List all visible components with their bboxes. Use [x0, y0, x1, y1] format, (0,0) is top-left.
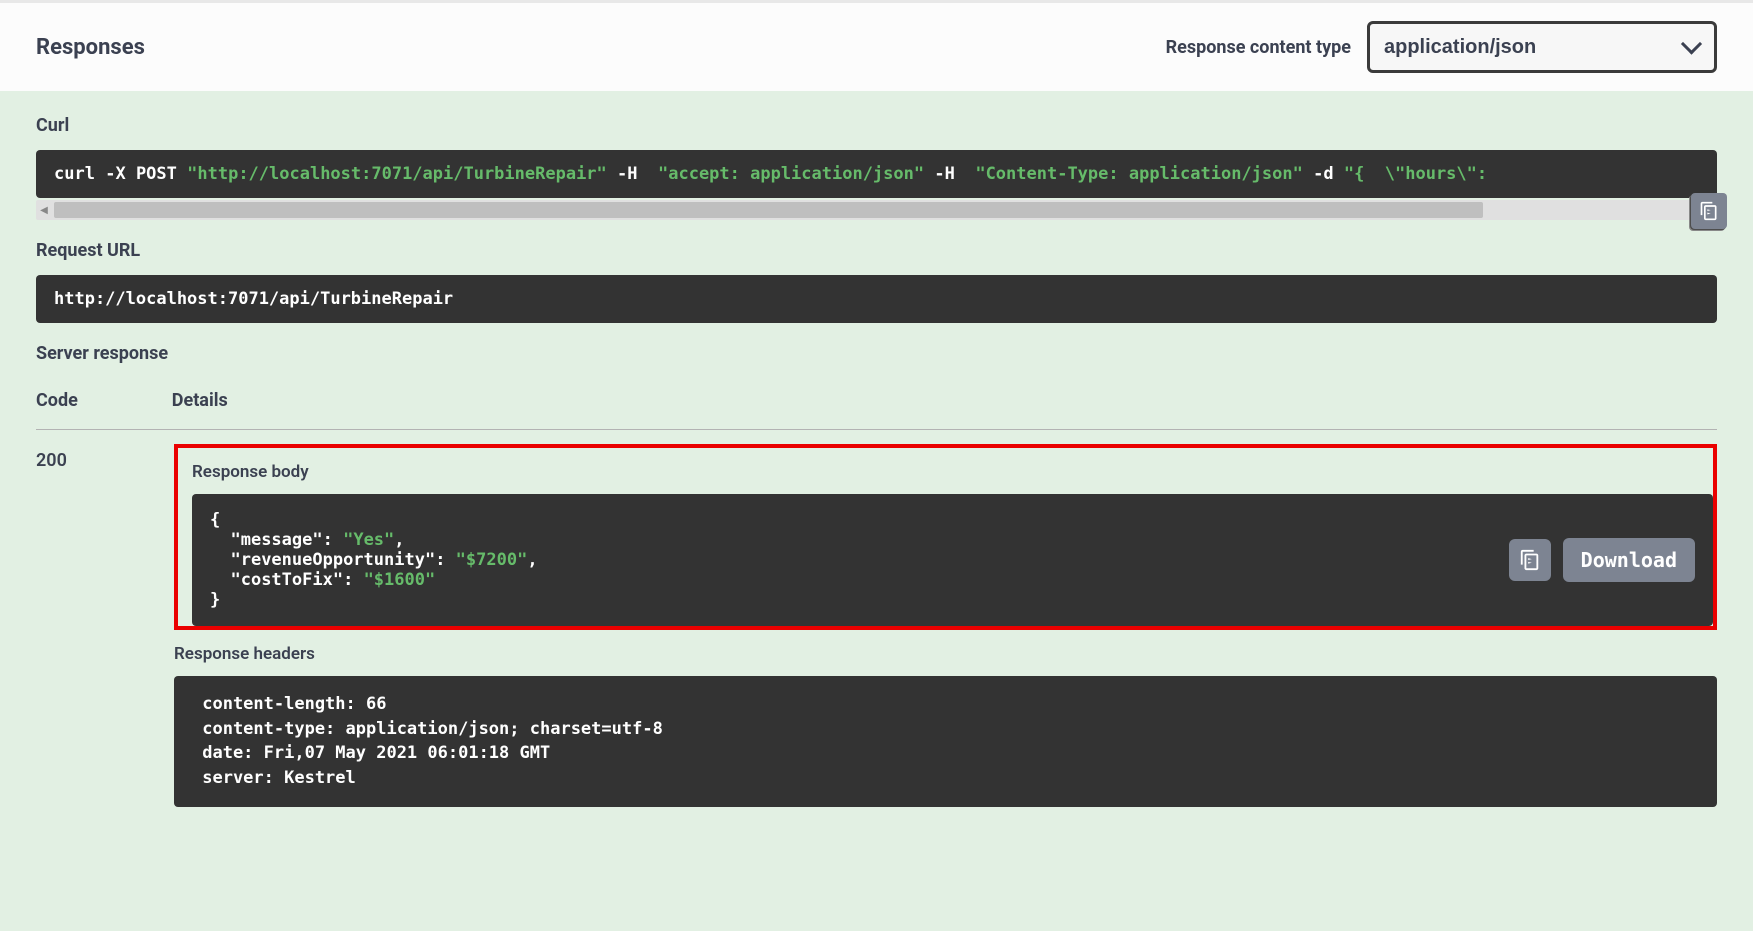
content-type-group: Response content type application/json: [1166, 21, 1717, 73]
json-key-revenue: "revenueOpportunity": [230, 550, 435, 570]
scrollbar-left-arrow-icon[interactable]: ◀: [36, 205, 52, 216]
response-code: 200: [36, 450, 80, 471]
json-brace-open: {: [210, 510, 220, 530]
curl-token-h2: -H: [934, 164, 954, 184]
curl-command: curl -X POST "http://localhost:7071/api/…: [36, 150, 1717, 198]
curl-token-d: -d: [1313, 164, 1333, 184]
json-key-message: "message": [230, 530, 322, 550]
copy-response-body-button[interactable]: [1509, 539, 1551, 581]
json-comma: ,: [527, 550, 537, 570]
json-val-revenue: "$7200": [456, 550, 528, 570]
response-body-block: { "message": "Yes", "revenueOpportunity"…: [192, 494, 1713, 626]
content-type-select[interactable]: application/json: [1367, 21, 1717, 73]
download-button[interactable]: Download: [1563, 538, 1695, 582]
curl-token-accept: "accept: application/json": [658, 164, 924, 184]
content-type-select-wrap: application/json: [1367, 21, 1717, 73]
curl-token-cmd: curl: [54, 164, 95, 184]
response-table-header: Code Details: [36, 390, 1717, 411]
json-comma: ,: [394, 530, 404, 550]
curl-token-url: "http://localhost:7071/api/TurbineRepair…: [187, 164, 607, 184]
responses-title: Responses: [36, 35, 145, 60]
col-code: Code: [36, 390, 78, 411]
json-colon: :: [323, 530, 343, 550]
json-key-cost: "costToFix": [230, 570, 343, 590]
curl-token-h1: -H: [617, 164, 637, 184]
request-url-label: Request URL: [36, 240, 1717, 261]
json-colon: :: [435, 550, 455, 570]
response-body-actions: Download: [1509, 538, 1695, 582]
response-body-json: { "message": "Yes", "revenueOpportunity"…: [210, 510, 538, 610]
curl-scrollbar[interactable]: ◀: [36, 200, 1717, 220]
response-body-highlight: Response body { "message": "Yes", "reven…: [174, 444, 1717, 630]
json-val-cost: "$1600": [364, 570, 436, 590]
json-brace-close: }: [210, 590, 220, 610]
response-body-label: Response body: [192, 462, 1699, 482]
response-headers-block: content-length: 66 content-type: applica…: [174, 676, 1717, 807]
col-details: Details: [172, 390, 228, 411]
clipboard-icon: [1519, 549, 1541, 571]
curl-token-method: POST: [136, 164, 177, 184]
response-details: Response body { "message": "Yes", "reven…: [174, 450, 1717, 807]
clipboard-icon: [1699, 201, 1719, 221]
divider: [36, 429, 1717, 430]
responses-header-bar: Responses Response content type applicat…: [0, 0, 1753, 91]
curl-token-body: "{ \"hours\":: [1344, 164, 1487, 184]
json-val-message: "Yes": [343, 530, 394, 550]
json-colon: :: [343, 570, 363, 590]
content-type-label: Response content type: [1166, 37, 1351, 58]
curl-block-wrap: curl -X POST "http://localhost:7071/api/…: [36, 150, 1717, 220]
curl-label: Curl: [36, 115, 1717, 136]
response-headers-label: Response headers: [174, 644, 1717, 664]
server-response-label: Server response: [36, 343, 1717, 364]
curl-token-ctype: "Content-Type: application/json": [975, 164, 1303, 184]
scrollbar-thumb[interactable]: [54, 202, 1483, 218]
request-url-value: http://localhost:7071/api/TurbineRepair: [36, 275, 1717, 323]
curl-token-flagx: -X: [105, 164, 125, 184]
copy-curl-button[interactable]: [1691, 193, 1727, 229]
response-row: 200 Response body { "message": "Yes", "r…: [36, 450, 1717, 807]
